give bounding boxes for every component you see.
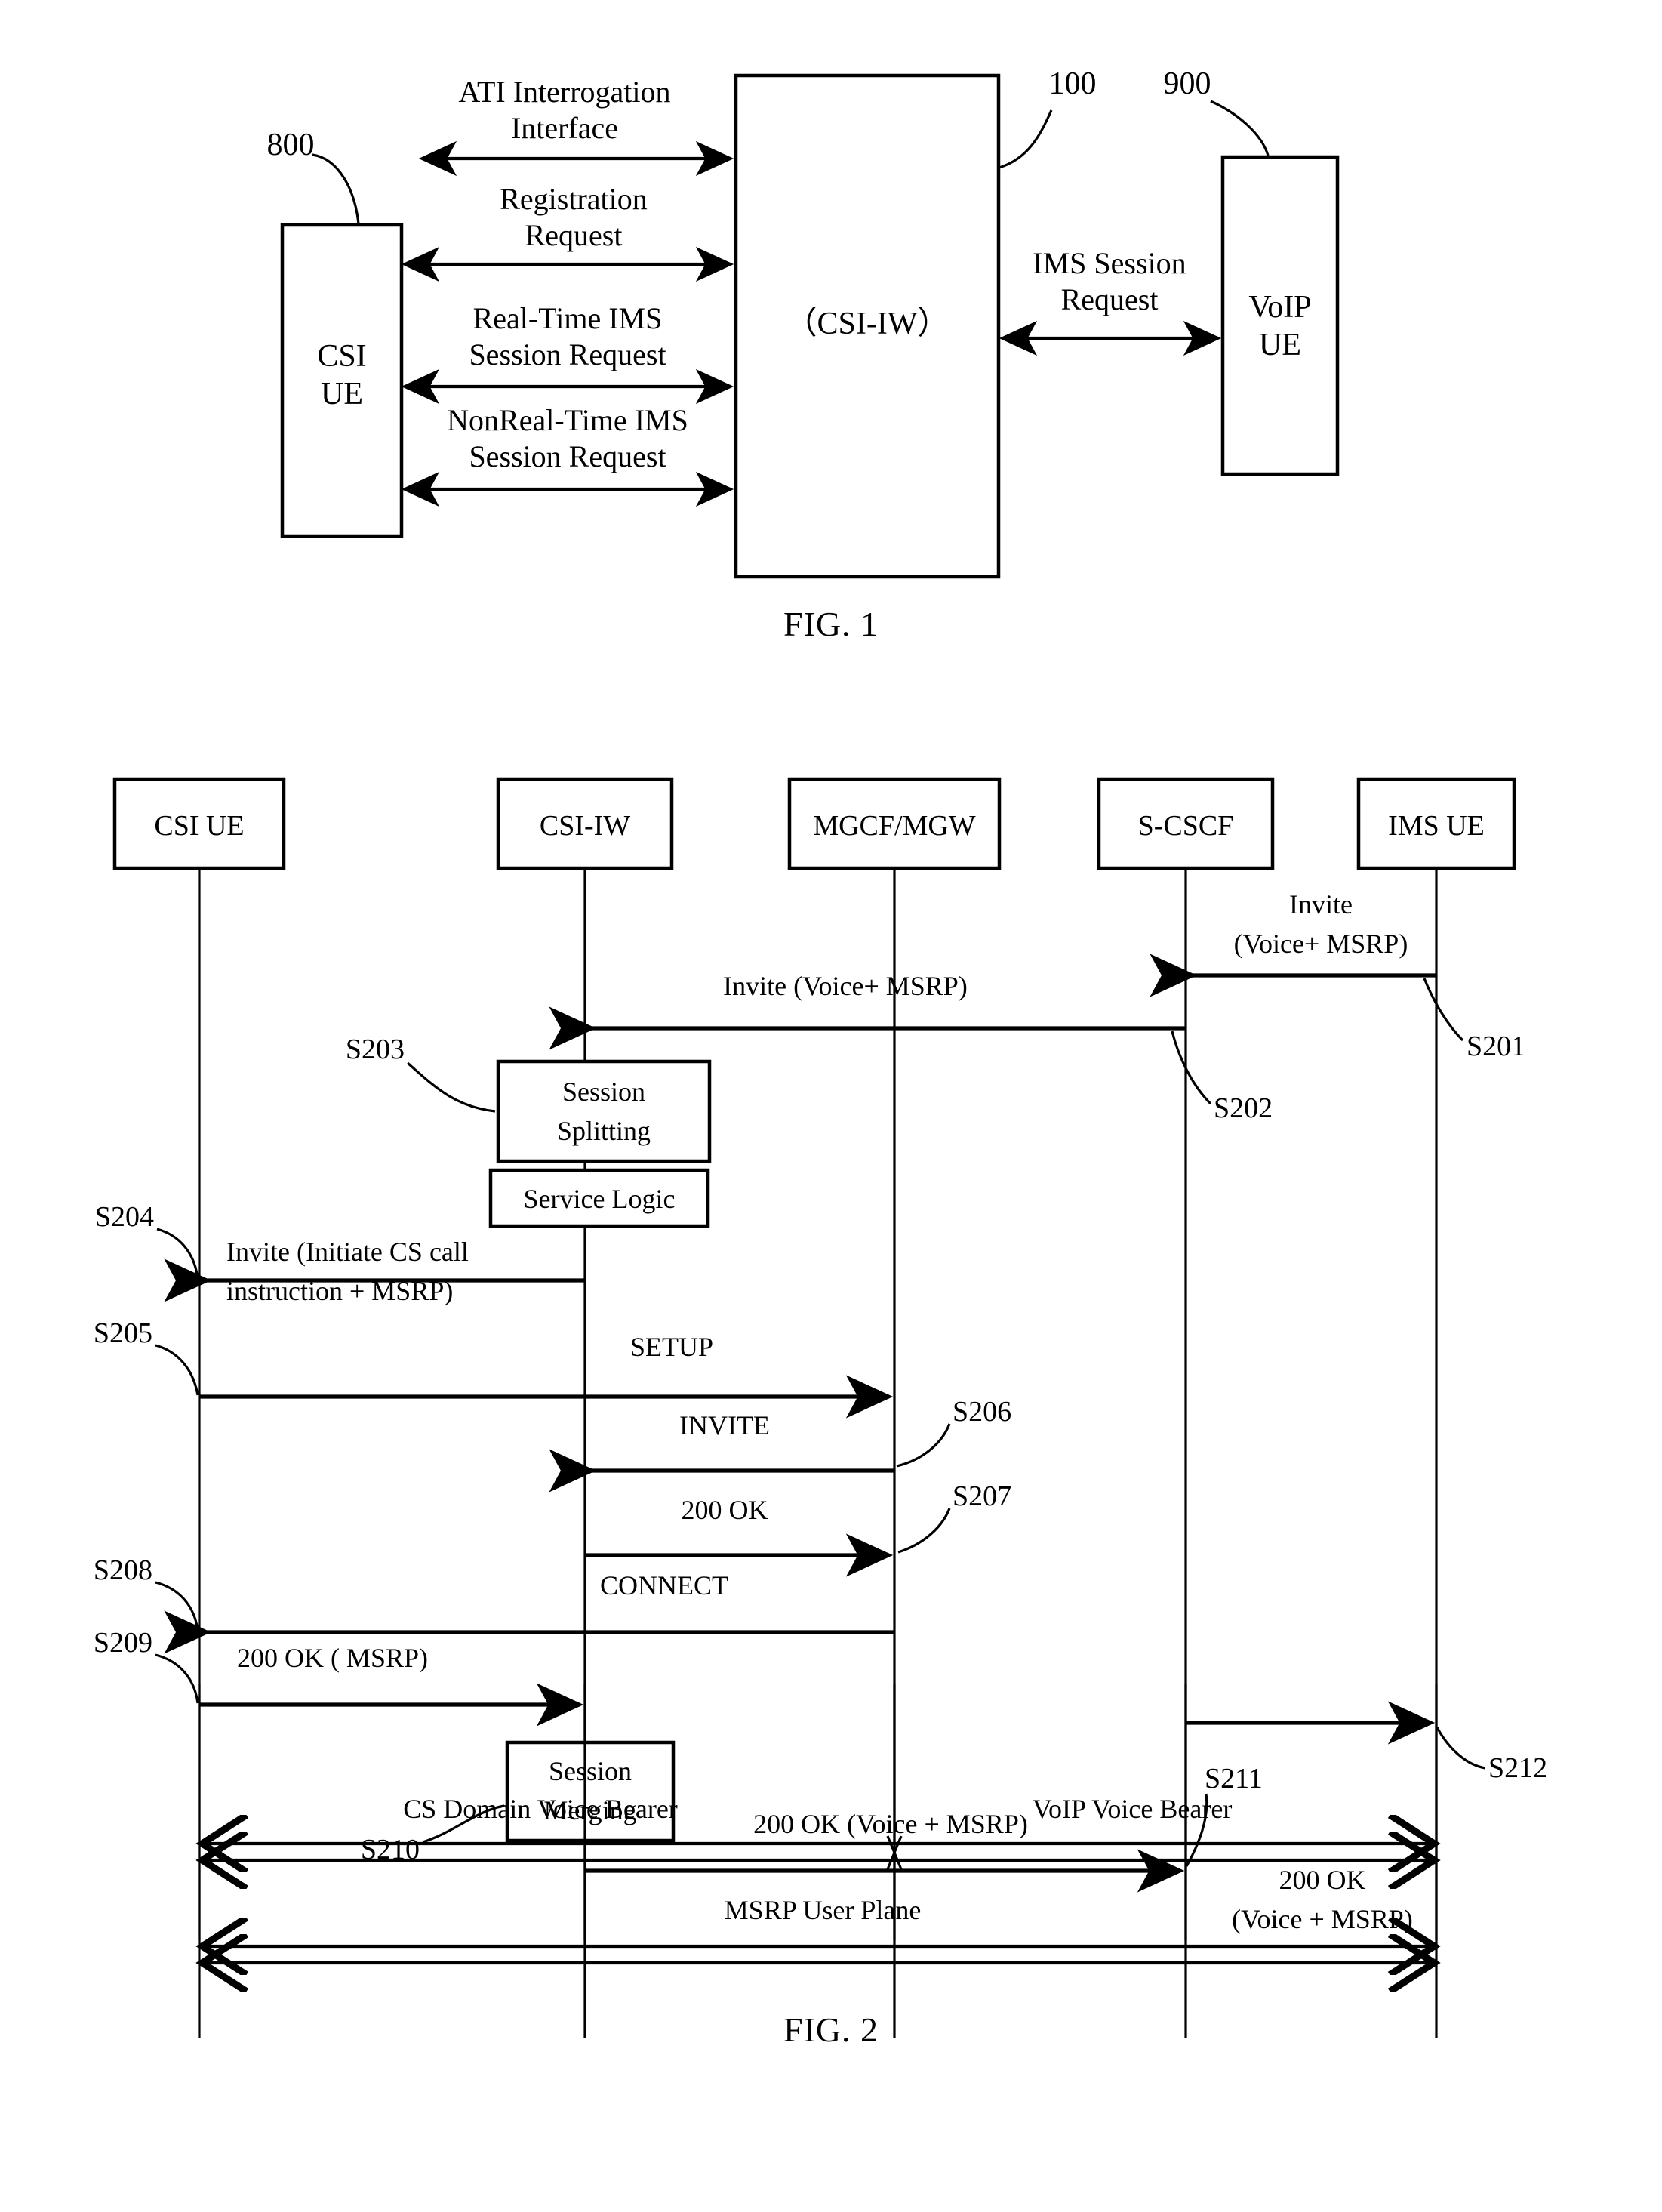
fig1-ref-900-leader xyxy=(1210,100,1270,156)
fig2-message-s206-label: INVITE xyxy=(679,1410,770,1440)
fig1-ref-100-leader xyxy=(999,109,1053,169)
fig2-message-s209-label: 200 OK ( MSRP) xyxy=(237,1643,428,1673)
fig2-lifeline-label-mgcf-mgw: MGCF/MGW xyxy=(813,810,975,842)
fig2-message-s204-label-line1: Invite (Initiate CS call xyxy=(226,1237,469,1267)
fig1-ref-900: 900 xyxy=(1164,66,1211,101)
fig1-interface-3-label-line1: NonReal-Time IMS xyxy=(447,403,688,437)
fig1-node-csi-ue-label-line2: UE xyxy=(321,377,363,411)
fig2-bearer-msrp-label: MSRP User Plane xyxy=(725,1895,922,1925)
fig1-interface-1-label-line1: Registration xyxy=(500,182,648,216)
fig1-interface-0-label-line1: ATI Interrogation xyxy=(458,75,670,109)
fig2-process-session-splitting-line1: Session xyxy=(562,1077,645,1107)
fig1-ref-100: 100 xyxy=(1049,66,1097,101)
patent-figure-sheet: CSI UE 800 （CSI-IW） 100 VoIP UE 900 ATI … xyxy=(0,0,1662,2103)
fig2-step-s204-leader xyxy=(156,1228,199,1280)
fig2-lifeline-label-csi-iw: CSI-IW xyxy=(540,810,630,842)
fig1-interface-4-label-line1: IMS Session xyxy=(1033,246,1186,280)
fig1-node-voip-ue-label-line2: UE xyxy=(1259,328,1301,362)
fig2-step-s202-leader xyxy=(1171,1031,1212,1105)
fig1-interface-3-label-line2: Session Request xyxy=(469,439,666,473)
fig2-step-s201-label: S201 xyxy=(1467,1031,1525,1062)
fig1-interface-4-label-line2: Request xyxy=(1061,282,1159,316)
fig2-step-s206-leader xyxy=(896,1423,951,1468)
fig2-step-s212-label: S212 xyxy=(1488,1752,1547,1784)
fig2-step-s202-label: S202 xyxy=(1214,1092,1273,1124)
fig1-interface-2-label-line2: Session Request xyxy=(469,337,666,371)
fig2-step-s212-leader xyxy=(1436,1727,1486,1770)
fig2-lifeline-label-s-cscf: S-CSCF xyxy=(1138,810,1234,842)
fig2-step-s201-leader xyxy=(1423,978,1464,1042)
fig2-message-s207-label: 200 OK xyxy=(682,1495,768,1525)
fig1-node-csi-iw-label: （CSI-IW） xyxy=(786,307,949,341)
fig2-step-s208-leader xyxy=(155,1581,199,1631)
fig2-message-s201-label-line2: (Voice+ MSRP) xyxy=(1234,929,1408,959)
fig2-bearer-cs-domain-label: CS Domain Voice Bearer xyxy=(403,1794,678,1824)
fig2-lifeline-label-csi-ue: CSI UE xyxy=(154,810,244,842)
fig2-message-s202-label: Invite (Voice+ MSRP) xyxy=(723,971,968,1001)
fig2-step-s206-label: S206 xyxy=(953,1396,1011,1428)
fig2-message-s201-label-line1: Invite xyxy=(1289,889,1353,920)
figure-2-bearers-layer: S212 CS Domain Voice Bearer VoIP Voice B… xyxy=(0,1684,1547,2038)
fig1-ref-800-leader xyxy=(312,153,360,224)
fig2-step-s207-label: S207 xyxy=(953,1480,1011,1512)
fig1-node-voip-ue-label-line1: VoIP xyxy=(1248,290,1311,325)
fig2-step-s204-label: S204 xyxy=(95,1201,154,1233)
fig1-node-csi-ue-label-line1: CSI xyxy=(317,339,366,374)
fig2-step-s203-label: S203 xyxy=(346,1034,405,1065)
fig2-process-service-logic-label: Service Logic xyxy=(524,1184,676,1214)
fig1-interface-0-label-line2: Interface xyxy=(511,111,618,145)
figure-2-caption: FIG. 2 xyxy=(783,2010,879,2049)
fig2-step-s205-leader xyxy=(155,1344,199,1396)
fig2-step-s203-leader xyxy=(406,1061,496,1113)
fig2-message-s205-label: SETUP xyxy=(630,1332,713,1362)
figure-1-caption: FIG. 1 xyxy=(783,605,879,643)
fig2-step-s207-leader xyxy=(897,1508,951,1554)
fig1-interface-1-label-line2: Request xyxy=(525,218,623,252)
figure-1-diagram: CSI UE 800 （CSI-IW） 100 VoIP UE 900 ATI … xyxy=(267,66,1340,579)
fig2-process-session-splitting-line2: Splitting xyxy=(557,1116,651,1146)
fig2-step-s205-label: S205 xyxy=(94,1317,152,1349)
fig2-step-s208-label: S208 xyxy=(94,1554,152,1586)
fig1-ref-800: 800 xyxy=(267,128,315,162)
fig2-message-s208-label: CONNECT xyxy=(600,1570,728,1600)
fig2-bearer-voip-label: VoIP Voice Bearer xyxy=(1033,1794,1233,1824)
fig1-interface-2-label-line1: Real-Time IMS xyxy=(473,301,663,335)
fig2-step-s209-label: S209 xyxy=(94,1627,152,1659)
fig2-lifeline-label-ims-ue: IMS UE xyxy=(1388,810,1485,842)
